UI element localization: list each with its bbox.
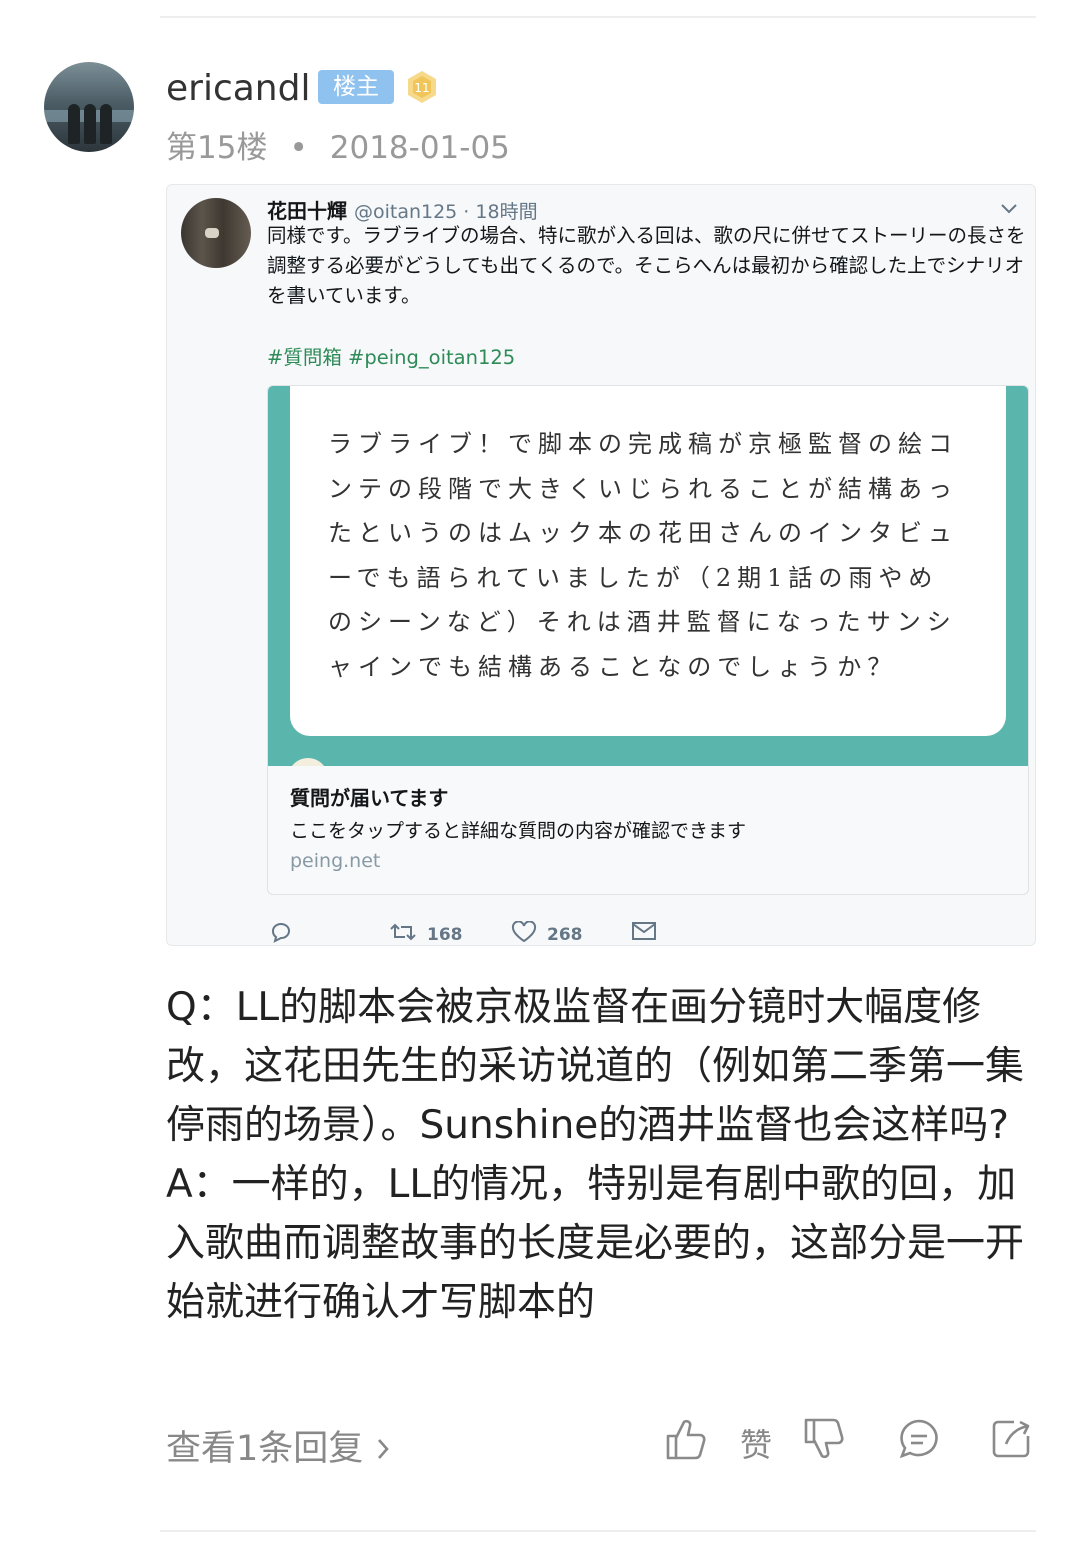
card-domain: peing.net (290, 850, 381, 872)
chevron-right-icon (374, 1429, 392, 1469)
reply-icon (269, 921, 293, 943)
separator: • (289, 130, 308, 166)
comment-icon[interactable] (896, 1416, 942, 1468)
bottom-divider (160, 1530, 1036, 1532)
tweet-avatar (181, 198, 251, 268)
card-question-text: ラブライブ！で脚本の完成稿が京極監督の絵コンテの段階で大きくいじられることが結構… (328, 430, 958, 681)
tweet-author: 花田十輝 @oitan125 · 18時間 (267, 195, 538, 224)
tweet-author-name: 花田十輝 (267, 199, 347, 223)
view-replies-label: 查看1条回复 (166, 1429, 364, 1469)
embedded-tweet-screenshot[interactable]: 花田十輝 @oitan125 · 18時間 同様です。ラブライブの場合、特に歌が… (166, 184, 1036, 946)
card-image: ラブライブ！で脚本の完成稿が京極監督の絵コンテの段階で大きくいじられることが結構… (268, 386, 1028, 766)
chevron-down-icon (999, 197, 1019, 221)
retweet-icon (389, 921, 417, 945)
card-title: 質問が届いてます (290, 786, 449, 810)
tweet-handle-time: @oitan125 · 18時間 (353, 201, 538, 223)
username[interactable]: ericandl (166, 68, 310, 109)
card-description: ここをタップすると詳細な質問の内容が確認できます (290, 820, 747, 842)
post-date: 2018-01-05 (329, 130, 510, 166)
tweet-hashtags: #質問箱 #peing_oitan125 (267, 346, 516, 369)
share-icon[interactable] (988, 1416, 1034, 1468)
retweet-group: 168 (389, 921, 463, 945)
heart-icon (511, 920, 537, 945)
like-group: 268 (511, 920, 583, 945)
view-replies-link[interactable]: 查看1条回复 (166, 1420, 392, 1471)
level-badge-icon: 11 (404, 69, 440, 105)
card-sticker-icon (288, 758, 328, 766)
op-badge: 楼主 (318, 70, 394, 104)
user-avatar[interactable] (44, 62, 134, 152)
level-value: 11 (414, 81, 429, 95)
tweet-actions: 168 268 (267, 920, 967, 945)
floor-number: 第15楼 (166, 130, 268, 166)
post-content: Q：LL的脚本会被京极监督在画分镜时大幅度修改，这花田先生的采访说道的（例如第二… (166, 978, 1036, 1332)
thumb-down-icon[interactable] (802, 1416, 846, 1468)
retweet-count: 168 (427, 924, 463, 945)
question-text: Q：LL的脚本会被京极监督在画分镜时大幅度修改，这花田先生的采访说道的（例如第二… (166, 985, 1025, 1148)
tweet-body: 同様です。ラブライブの場合、特に歌が入る回は、歌の尺に併せてストーリーの長さを調… (267, 224, 1026, 307)
top-divider (160, 16, 1036, 18)
dm-icon (631, 921, 657, 941)
thumb-up-icon[interactable] (664, 1416, 708, 1468)
like-label[interactable]: 赞 (740, 1420, 772, 1466)
answer-text: A：一样的，LL的情况，特别是有剧中歌的回，加入歌曲而调整故事的长度是必要的，这… (166, 1162, 1025, 1325)
floor-info: 第15楼 • 2018-01-05 (166, 122, 510, 167)
link-card: ラブライブ！で脚本の完成稿が京極監督の絵コンテの段階で大きくいじられることが結構… (267, 385, 1029, 895)
like-count: 268 (547, 924, 583, 945)
